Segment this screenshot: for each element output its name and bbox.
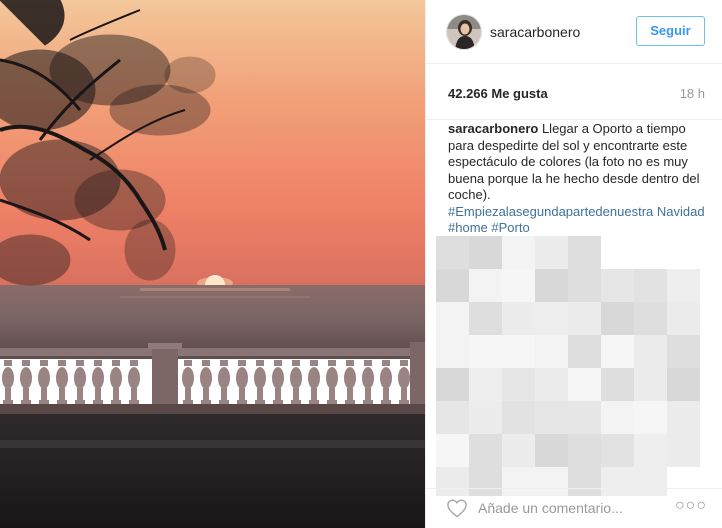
blur-pixel	[667, 434, 700, 467]
blur-pixel	[469, 236, 502, 269]
blur-pixel	[634, 434, 667, 467]
blur-pixel	[436, 368, 469, 401]
hashtag-link[interactable]: #home	[448, 220, 488, 235]
baluster	[56, 360, 68, 404]
blur-pixel	[535, 269, 568, 302]
blur-pixel	[601, 302, 634, 335]
baluster	[2, 360, 14, 404]
blur-pixel	[469, 401, 502, 434]
blur-pixel	[667, 269, 700, 302]
blurred-comments	[436, 236, 706, 500]
blur-pixel	[502, 335, 535, 368]
baluster	[128, 360, 140, 404]
blur-pixel	[601, 269, 634, 302]
post-side-panel: saracarbonero Seguir 42.266 Me gusta 18 …	[425, 0, 722, 528]
post-header: saracarbonero Seguir	[426, 0, 722, 64]
baluster	[200, 360, 212, 404]
baluster	[20, 360, 32, 404]
baluster	[74, 360, 86, 404]
blur-pixel	[535, 335, 568, 368]
baluster	[380, 360, 392, 404]
blur-pixel	[469, 335, 502, 368]
blur-pixel	[568, 368, 601, 401]
baluster	[38, 360, 50, 404]
sunset-image	[0, 0, 425, 528]
baluster	[290, 360, 302, 404]
comment-bar: ○○○	[426, 488, 722, 528]
blur-pixel	[502, 434, 535, 467]
blur-pixel	[502, 269, 535, 302]
blur-pixel	[502, 368, 535, 401]
likes-row: 42.266 Me gusta 18 h	[426, 64, 722, 120]
blur-pixel	[634, 368, 667, 401]
blur-pixel	[634, 401, 667, 434]
caption: saracarbonero Llegar a Oporto a tiempo p…	[448, 121, 713, 237]
likes-count[interactable]: 42.266 Me gusta	[448, 86, 548, 101]
baluster	[362, 360, 374, 404]
post-time[interactable]: 18 h	[680, 86, 705, 101]
blur-pixel	[469, 302, 502, 335]
blur-pixel	[502, 236, 535, 269]
blur-pixel	[601, 368, 634, 401]
hashtag-link[interactable]: #Empiezalasegundapartedenuestra Navidad	[448, 204, 705, 219]
comment-input[interactable]	[478, 497, 668, 519]
post-photo[interactable]	[0, 0, 425, 528]
blur-pixel	[667, 401, 700, 434]
baluster	[326, 360, 338, 404]
blur-pixel	[568, 236, 601, 269]
blur-pixel	[535, 368, 568, 401]
baluster	[110, 360, 122, 404]
baluster	[398, 360, 410, 404]
caption-hashtags: #Empiezalasegundapartedenuestra Navidad …	[448, 204, 713, 237]
baluster	[254, 360, 266, 404]
blur-pixel	[601, 434, 634, 467]
blur-pixel	[568, 401, 601, 434]
blur-pixel	[535, 302, 568, 335]
blur-pixel	[568, 302, 601, 335]
blur-pixel	[436, 236, 469, 269]
baluster	[236, 360, 248, 404]
baluster	[344, 360, 356, 404]
blur-pixel	[436, 302, 469, 335]
blur-pixel	[436, 335, 469, 368]
baluster	[308, 360, 320, 404]
follow-button[interactable]: Seguir	[636, 16, 705, 46]
blur-pixel	[667, 302, 700, 335]
blur-pixel	[502, 401, 535, 434]
username[interactable]: saracarbonero	[490, 24, 580, 40]
blur-pixel	[634, 302, 667, 335]
blur-pixel	[535, 401, 568, 434]
blur-pixel	[535, 236, 568, 269]
blur-pixel	[568, 335, 601, 368]
baluster	[182, 360, 194, 404]
baluster	[272, 360, 284, 404]
blur-pixel	[634, 269, 667, 302]
blur-pixel	[469, 269, 502, 302]
baluster	[218, 360, 230, 404]
avatar[interactable]	[446, 14, 482, 50]
baluster	[92, 360, 104, 404]
blur-pixel	[436, 269, 469, 302]
blur-pixel	[502, 302, 535, 335]
blur-pixel	[568, 434, 601, 467]
blur-pixel	[667, 335, 700, 368]
blur-pixel	[469, 434, 502, 467]
caption-username[interactable]: saracarbonero	[448, 121, 538, 136]
hashtag-link[interactable]: #Porto	[491, 220, 529, 235]
more-options-icon[interactable]: ○○○	[675, 497, 707, 515]
blur-pixel	[535, 434, 568, 467]
blur-pixel	[601, 401, 634, 434]
heart-icon[interactable]	[446, 498, 468, 518]
blur-pixel	[634, 335, 667, 368]
blur-pixel	[568, 269, 601, 302]
blur-pixel	[436, 434, 469, 467]
blur-pixel	[667, 368, 700, 401]
blur-pixel	[469, 368, 502, 401]
blur-pixel	[601, 335, 634, 368]
blur-pixel	[436, 401, 469, 434]
